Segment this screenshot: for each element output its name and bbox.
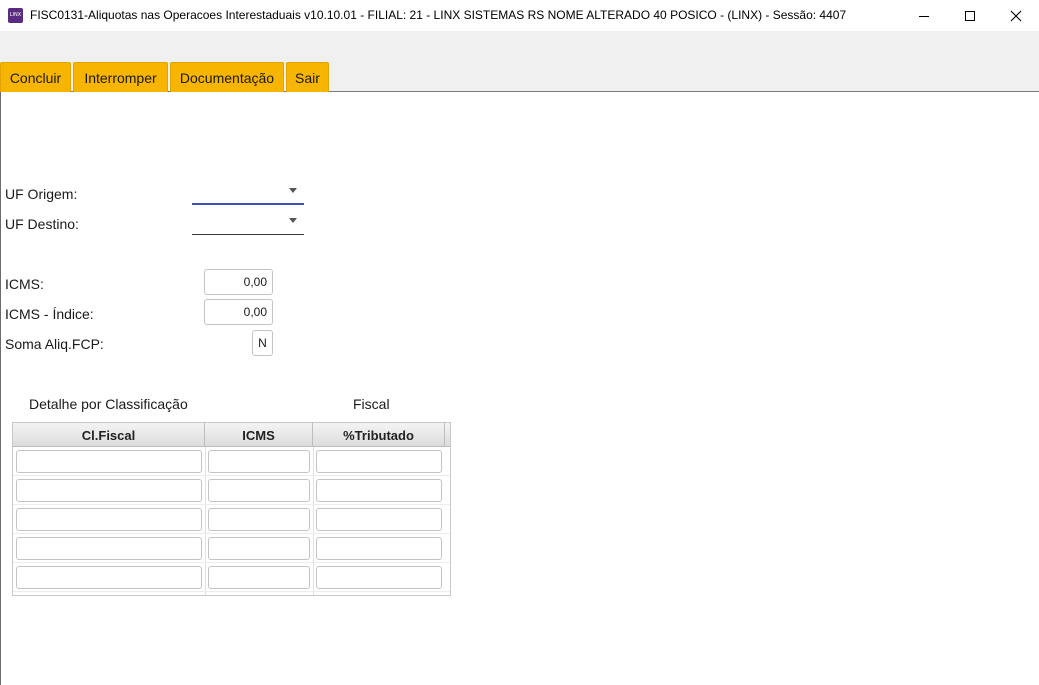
soma-aliq-fcp-input[interactable]: N [252, 330, 273, 356]
icms-label: ICMS: [5, 276, 44, 292]
dropdown-arrow-icon[interactable] [289, 188, 297, 193]
table-row [13, 563, 450, 592]
minimize-icon [919, 15, 929, 17]
linx-app-icon: LINX [8, 8, 23, 23]
table-row [13, 476, 450, 505]
cl-fiscal-cell[interactable] [16, 566, 202, 589]
column-header-tributado[interactable]: %Tributado [313, 423, 445, 447]
dropdown-arrow-icon[interactable] [289, 218, 297, 223]
cl-fiscal-cell[interactable] [16, 508, 202, 531]
uf-destino-select[interactable] [192, 211, 304, 235]
concluir-button[interactable]: Concluir [0, 62, 71, 92]
icms-input[interactable]: 0,00 [204, 269, 273, 295]
uf-origem-label: UF Origem: [5, 186, 78, 202]
cl-fiscal-cell[interactable] [16, 450, 202, 473]
column-header-icms[interactable]: ICMS [205, 423, 313, 447]
icms-indice-label: ICMS - Índice: [5, 306, 94, 322]
tributado-cell[interactable] [316, 508, 442, 531]
table-row [13, 447, 450, 476]
grid-header: Cl.Fiscal ICMS %Tributado [13, 423, 450, 447]
window-left-border [0, 92, 1, 685]
column-header-cl-fiscal[interactable]: Cl.Fiscal [13, 423, 205, 447]
close-button[interactable] [993, 0, 1039, 31]
sair-button[interactable]: Sair [286, 62, 329, 92]
icms-cell[interactable] [208, 566, 310, 589]
table-row [13, 534, 450, 563]
cl-fiscal-cell[interactable] [16, 479, 202, 502]
detalhe-title: Detalhe por Classificação [29, 396, 188, 412]
window-title: FISC0131-Aliquotas nas Operacoes Interes… [30, 8, 847, 22]
table-row [13, 505, 450, 534]
tributado-cell[interactable] [316, 479, 442, 502]
documentacao-button[interactable]: Documentação [170, 62, 284, 92]
close-icon [1010, 10, 1022, 21]
tributado-cell[interactable] [316, 537, 442, 560]
cl-fiscal-cell[interactable] [16, 537, 202, 560]
soma-aliq-fcp-label: Soma Aliq.FCP: [5, 336, 104, 352]
uf-origem-select[interactable] [192, 181, 304, 205]
icms-cell[interactable] [208, 450, 310, 473]
icms-cell[interactable] [208, 537, 310, 560]
classificacao-grid: Cl.Fiscal ICMS %Tributado [12, 422, 451, 596]
maximize-icon [965, 10, 975, 21]
minimize-button[interactable] [901, 0, 947, 31]
tributado-cell[interactable] [316, 450, 442, 473]
icms-indice-input[interactable]: 0,00 [204, 299, 273, 325]
uf-destino-label: UF Destino: [5, 216, 79, 232]
tributado-cell[interactable] [316, 566, 442, 589]
toolbar: Concluir Interromper Documentação Sair [0, 31, 1039, 92]
icms-cell[interactable] [208, 479, 310, 502]
maximize-button[interactable] [947, 0, 993, 31]
interromper-button[interactable]: Interromper [73, 62, 168, 92]
icms-cell[interactable] [208, 508, 310, 531]
title-bar: LINX FISC0131-Aliquotas nas Operacoes In… [0, 0, 1039, 31]
detalhe-title-fiscal: Fiscal [353, 396, 390, 412]
